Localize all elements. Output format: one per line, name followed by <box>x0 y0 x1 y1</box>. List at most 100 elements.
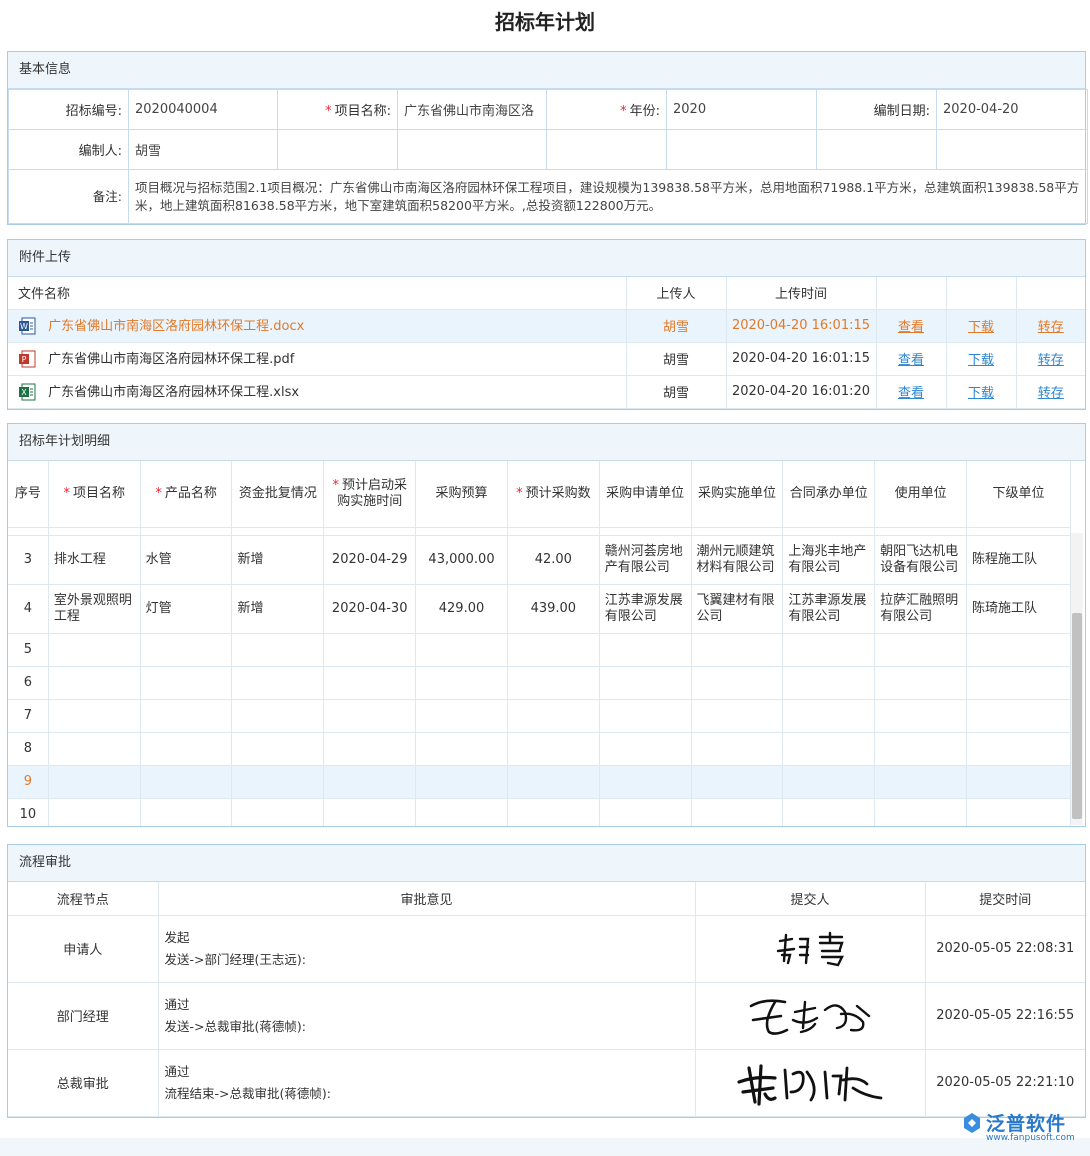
logo-icon <box>960 1111 984 1135</box>
save-link[interactable]: 转存 <box>1038 353 1064 368</box>
word-file-icon: W <box>18 317 36 335</box>
file-name[interactable]: 广东省佛山市南海区洛府园林环保工程.docx <box>48 319 304 334</box>
date-label: 编制日期: <box>817 90 937 130</box>
col-start-time: *预计启动采购实施时间 <box>324 461 416 527</box>
file-name[interactable]: 广东省佛山市南海区洛府园林环保工程.pdf <box>48 352 294 367</box>
table-row[interactable]: 10 <box>8 798 1071 826</box>
detail-grid: 序号 *项目名称 *产品名称 资金批复情况 *预计启动采购实施时间 采购预算 *… <box>8 461 1085 826</box>
pdf-file-icon: P <box>18 350 36 368</box>
col-applicant: 采购申请单位 <box>599 461 691 527</box>
submit-time: 2020-05-05 22:21:10 <box>925 1049 1085 1116</box>
table-row[interactable]: 6 <box>8 666 1071 699</box>
upload-time: 2020-04-20 16:01:20 <box>726 375 876 408</box>
col-budget: 采购预算 <box>416 461 508 527</box>
save-link[interactable]: 转存 <box>1038 386 1064 401</box>
uploader: 胡雪 <box>626 342 726 375</box>
node-name: 申请人 <box>8 915 158 982</box>
view-link[interactable]: 查看 <box>898 320 924 335</box>
date-field[interactable]: 2020-04-20 <box>937 90 1088 130</box>
table-row[interactable]: 3 排水工程 水管 新增 2020-04-29 43,000.00 42.00 … <box>8 535 1071 584</box>
table-row[interactable]: 5 <box>8 633 1071 666</box>
approval-row: 部门经理 通过发送->总裁审批(蒋德帧): 2020-05-05 22:16:5… <box>8 982 1085 1049</box>
year-label: *年份: <box>547 90 667 130</box>
detail-panel: 招标年计划明细 序号 *项目名称 *产品名称 资金批复情况 *预计启动采购实施时… <box>7 423 1086 827</box>
col-submit-time: 提交时间 <box>925 882 1085 915</box>
code-label: 招标编号: <box>9 90 129 130</box>
attachments-panel: 附件上传 文件名称 上传人 上传时间 W 广东省佛山市南海区洛府园林环保工程.d… <box>7 239 1086 410</box>
table-row[interactable]: 8 <box>8 732 1071 765</box>
signature-jiang-dezhen <box>735 1058 885 1108</box>
col-node: 流程节点 <box>8 882 158 915</box>
author-field[interactable]: 胡雪 <box>129 130 278 170</box>
attachments-table: 文件名称 上传人 上传时间 W 广东省佛山市南海区洛府园林环保工程.docx 胡… <box>8 277 1085 409</box>
col-submitter: 提交人 <box>695 882 925 915</box>
basic-info-header: 基本信息 <box>8 52 1085 89</box>
approval-table: 流程节点 审批意见 提交人 提交时间 申请人 发起发送->部门经理(王志远): … <box>8 882 1085 1117</box>
table-row[interactable]: 7 <box>8 699 1071 732</box>
upload-time: 2020-04-20 16:01:15 <box>726 342 876 375</box>
signature-image <box>695 982 925 1049</box>
note-field[interactable]: 项目概况与招标范围2.1项目概况：广东省佛山市南海区洛府园林环保工程项目，建设规… <box>129 170 1088 224</box>
col-opinion: 审批意见 <box>158 882 695 915</box>
save-link[interactable]: 转存 <box>1038 320 1064 335</box>
col-uploader: 上传人 <box>626 277 726 309</box>
submit-time: 2020-05-05 22:08:31 <box>925 915 1085 982</box>
signature-wang-zhiyuan <box>745 992 875 1040</box>
logo-url: www.fanpusoft.com <box>986 1133 1075 1143</box>
attachment-row[interactable]: W 广东省佛山市南海区洛府园林环保工程.docx 胡雪 2020-04-20 1… <box>8 309 1085 342</box>
col-product: *产品名称 <box>140 461 232 527</box>
col-sub-unit: 下级单位 <box>966 461 1070 527</box>
signature-image <box>695 1049 925 1116</box>
submit-time: 2020-05-05 22:16:55 <box>925 982 1085 1049</box>
download-link[interactable]: 下载 <box>968 320 994 335</box>
file-name[interactable]: 广东省佛山市南海区洛府园林环保工程.xlsx <box>48 385 299 400</box>
col-file-name: 文件名称 <box>8 277 626 309</box>
download-link[interactable]: 下载 <box>968 386 994 401</box>
opinion: 通过流程结束->总裁审批(蒋德帧): <box>158 1049 695 1116</box>
page-title: 招标年计划 <box>0 6 1090 35</box>
footer-band <box>0 1138 1090 1156</box>
attachment-row[interactable]: P 广东省佛山市南海区洛府园林环保工程.pdf 胡雪 2020-04-20 16… <box>8 342 1085 375</box>
svg-text:W: W <box>20 322 28 331</box>
col-contractor: 合同承办单位 <box>783 461 875 527</box>
col-quantity: *预计采购数 <box>507 461 599 527</box>
project-field[interactable]: 广东省佛山市南海区洛 <box>398 90 547 130</box>
author-label: 编制人: <box>9 130 129 170</box>
vertical-scrollbar[interactable] <box>1071 533 1083 825</box>
svg-text:X: X <box>21 388 27 397</box>
svg-text:P: P <box>22 355 27 364</box>
col-funding: 资金批复情况 <box>232 461 324 527</box>
node-name: 部门经理 <box>8 982 158 1049</box>
basic-info-panel: 基本信息 招标编号: 2020040004 *项目名称: 广东省佛山市南海区洛 … <box>7 51 1086 225</box>
uploader: 胡雪 <box>626 375 726 408</box>
note-label: 备注: <box>9 170 129 224</box>
table-row[interactable]: 4 室外景观照明工程 灯管 新增 2020-04-30 429.00 439.0… <box>8 584 1071 633</box>
opinion: 发起发送->部门经理(王志远): <box>158 915 695 982</box>
approval-row: 申请人 发起发送->部门经理(王志远): 2020-05-05 22:08:31 <box>8 915 1085 982</box>
col-project: *项目名称 <box>48 461 140 527</box>
col-upload-time: 上传时间 <box>726 277 876 309</box>
scrollbar-thumb[interactable] <box>1072 613 1082 819</box>
download-link[interactable]: 下载 <box>968 353 994 368</box>
year-field[interactable]: 2020 <box>667 90 817 130</box>
detail-header: 招标年计划明细 <box>8 424 1085 461</box>
project-label: *项目名称: <box>278 90 398 130</box>
table-row[interactable]: 9 <box>8 765 1071 798</box>
attachment-row[interactable]: X 广东省佛山市南海区洛府园林环保工程.xlsx 胡雪 2020-04-20 1… <box>8 375 1085 408</box>
detail-table: 序号 *项目名称 *产品名称 资金批复情况 *预计启动采购实施时间 采购预算 *… <box>8 461 1071 826</box>
uploader: 胡雪 <box>626 309 726 342</box>
view-link[interactable]: 查看 <box>898 353 924 368</box>
excel-file-icon: X <box>18 383 36 401</box>
code-field[interactable]: 2020040004 <box>129 90 278 130</box>
approval-row: 总裁审批 通过流程结束->总裁审批(蒋德帧): 2020-05-05 22:21… <box>8 1049 1085 1116</box>
attachments-header: 附件上传 <box>8 240 1085 277</box>
upload-time: 2020-04-20 16:01:15 <box>726 309 876 342</box>
opinion: 通过发送->总裁审批(蒋德帧): <box>158 982 695 1049</box>
signature-hu-xue <box>770 929 850 969</box>
col-user: 使用单位 <box>875 461 967 527</box>
signature-image <box>695 915 925 982</box>
view-link[interactable]: 查看 <box>898 386 924 401</box>
basic-info-table: 招标编号: 2020040004 *项目名称: 广东省佛山市南海区洛 *年份: … <box>8 89 1088 224</box>
node-name: 总裁审批 <box>8 1049 158 1116</box>
approval-panel: 流程审批 流程节点 审批意见 提交人 提交时间 申请人 发起发送->部门经理(王… <box>7 844 1086 1118</box>
